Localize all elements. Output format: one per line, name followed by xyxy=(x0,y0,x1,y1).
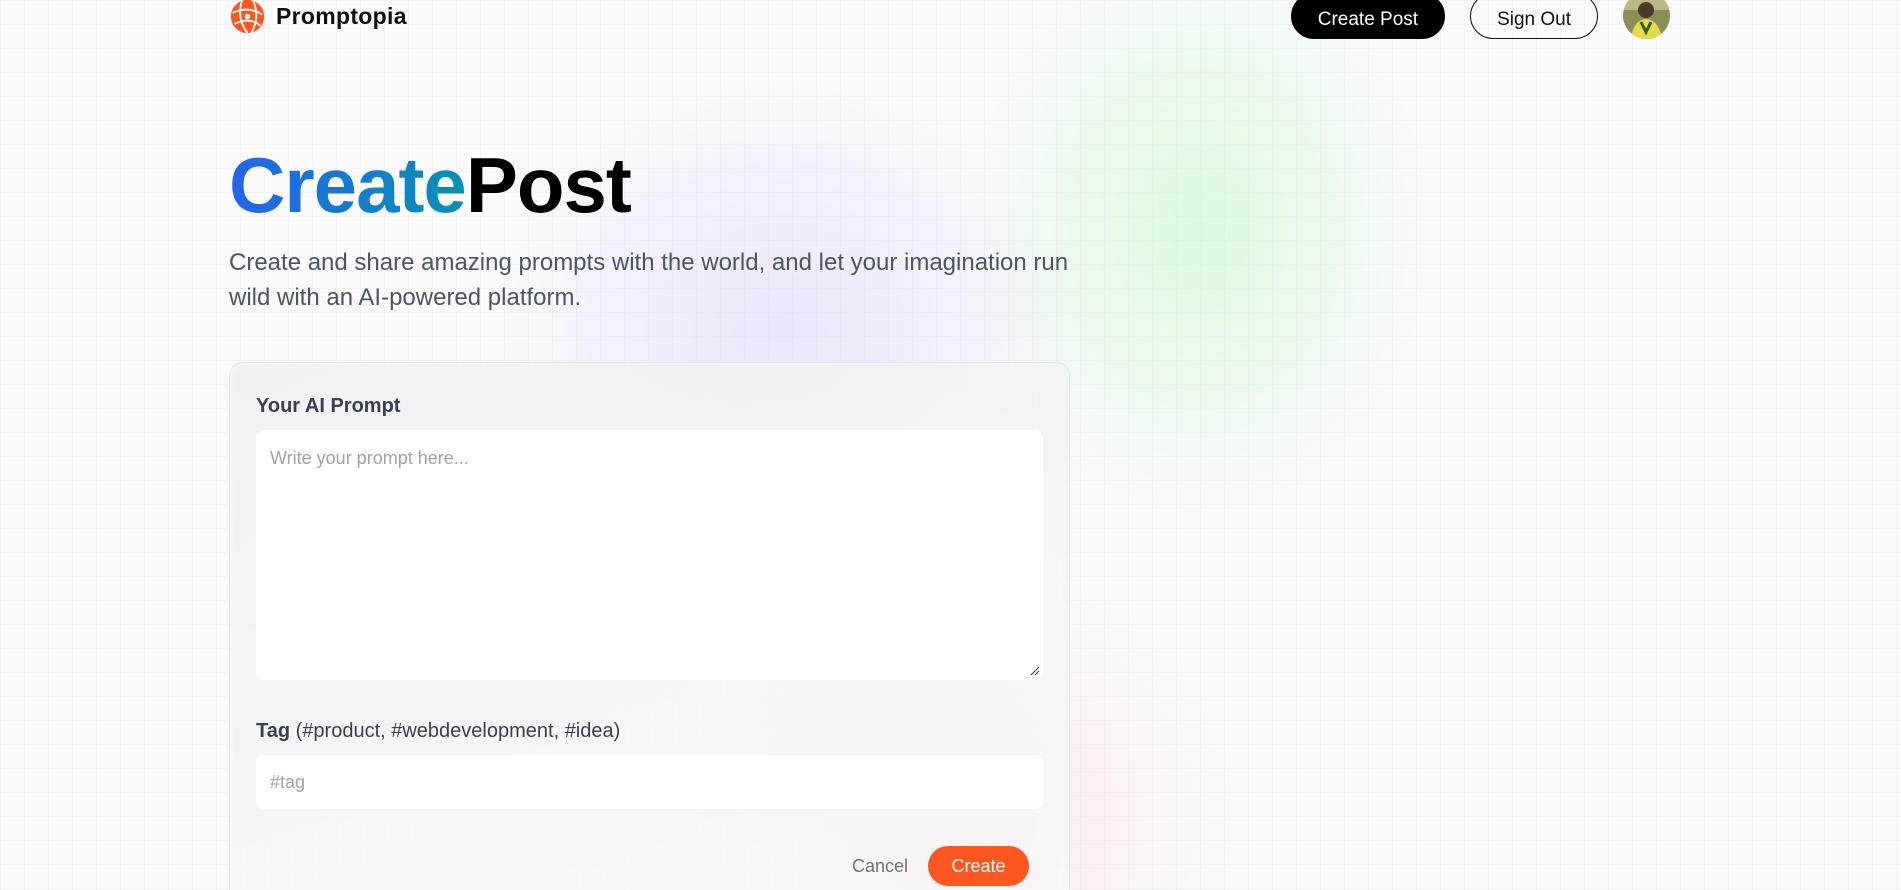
nav-actions: Create Post Sign Out xyxy=(1290,0,1670,39)
navbar: Promptopia Create Post Sign Out xyxy=(229,0,1670,40)
create-post-form: Your AI Prompt Tag (#product, #webdevelo… xyxy=(229,362,1070,890)
tag-label-hint: (#product, #webdevelopment, #idea) xyxy=(290,720,621,742)
brand-link[interactable]: Promptopia xyxy=(229,0,407,35)
form-actions: Cancel Create xyxy=(852,846,1029,886)
sign-out-button[interactable]: Sign Out xyxy=(1470,0,1598,39)
prompt-label: Your AI Prompt xyxy=(256,395,401,417)
globe-logo-icon xyxy=(230,0,265,34)
tag-input[interactable] xyxy=(256,755,1043,809)
create-post-button[interactable]: Create Post xyxy=(1290,0,1446,39)
brand-name: Promptopia xyxy=(276,3,407,29)
user-avatar[interactable] xyxy=(1623,0,1670,39)
title-highlight: Create xyxy=(229,141,467,229)
tag-label-title: Tag xyxy=(256,720,291,742)
page-title: CreatePost xyxy=(229,140,632,230)
page: Promptopia Create Post Sign Out CreatePo… xyxy=(0,0,1901,890)
title-rest: Post xyxy=(465,141,632,229)
tag-label: Tag (#product, #webdevelopment, #idea) xyxy=(256,720,620,743)
avatar-image-icon xyxy=(1623,0,1670,39)
cancel-link[interactable]: Cancel xyxy=(852,856,908,877)
page-description: Create and share amazing prompts with th… xyxy=(229,249,1069,311)
create-submit-button[interactable]: Create xyxy=(928,846,1029,886)
resize-handle-icon[interactable] xyxy=(1030,666,1040,676)
prompt-textarea[interactable] xyxy=(256,430,1043,680)
